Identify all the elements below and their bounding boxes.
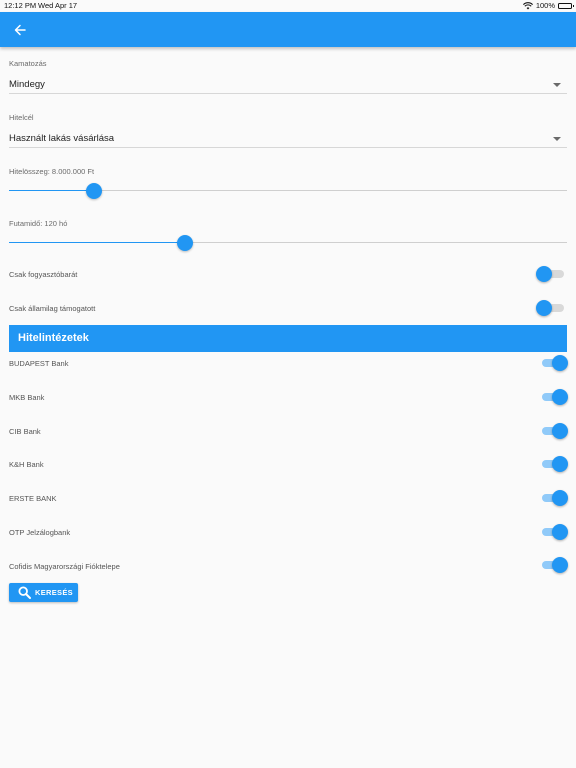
purpose-label: Hitelcél (9, 113, 34, 122)
bank-toggle-otp[interactable] (540, 524, 568, 540)
toggle-knob (552, 557, 568, 573)
status-bar: 12:12 PM Wed Apr 17 100% (0, 0, 576, 12)
interest-select[interactable]: Mindegy (9, 76, 567, 94)
bank-toggle-cofidis[interactable] (540, 557, 568, 573)
dropdown-arrow-icon (553, 83, 561, 87)
bank-label-cofidis: Cofidis Magyarországi Fióktelepe (9, 562, 120, 571)
bank-toggle-kh[interactable] (540, 456, 568, 472)
consumer-friendly-toggle[interactable] (536, 266, 566, 282)
bank-label-otp: OTP Jelzálogbank (9, 528, 71, 537)
interest-value: Mindegy (9, 79, 45, 90)
bank-toggle-budapest[interactable] (540, 355, 568, 371)
dropdown-arrow-icon (553, 137, 561, 141)
slider-thumb[interactable] (86, 183, 103, 199)
slider-active-track (9, 242, 185, 243)
term-label: Futamidő: 120 hó (9, 219, 68, 228)
search-icon (17, 586, 31, 600)
purpose-value: Használt lakás vásárlása (9, 133, 115, 144)
bank-toggle-mkb[interactable] (540, 389, 568, 405)
slider-thumb[interactable] (176, 235, 193, 251)
state-supported-toggle[interactable] (536, 300, 566, 316)
arrow-left-icon (14, 24, 26, 36)
slider-active-track (9, 190, 95, 191)
bank-label-budapest: BUDAPEST Bank (9, 359, 69, 368)
state-supported-label: Csak államilag támogatott (9, 304, 96, 313)
term-slider[interactable] (9, 235, 567, 251)
toggle-knob (536, 266, 552, 282)
bank-label-mkb: MKB Bank (9, 393, 45, 402)
institutions-header: Hitelintézetek (9, 325, 567, 352)
toggle-knob (536, 300, 552, 316)
toggle-knob (552, 355, 568, 371)
toggle-knob (552, 524, 568, 540)
toggle-knob (552, 456, 568, 472)
bank-label-erste: ERSTE BANK (9, 494, 57, 503)
interest-label: Kamatozás (9, 59, 47, 68)
amount-slider[interactable] (9, 183, 567, 199)
status-time: 12:12 PM (4, 1, 37, 10)
app-bar (0, 12, 576, 47)
battery-percent: 100% (535, 1, 555, 10)
status-date: Wed Apr 17 (38, 1, 78, 10)
bank-toggle-cib[interactable] (540, 423, 568, 439)
status-right: 100% (522, 1, 574, 10)
search-button[interactable]: KERESÉS (9, 583, 78, 602)
toggle-knob (552, 423, 568, 439)
wifi-icon (522, 1, 533, 9)
amount-label: Hitelösszeg: 8.000.000 Ft (9, 167, 95, 176)
toggle-knob (552, 389, 568, 405)
bank-label-kh: K&H Bank (9, 460, 44, 469)
bank-label-cib: CIB Bank (9, 427, 41, 436)
toggle-knob (552, 490, 568, 506)
back-button[interactable] (10, 20, 30, 40)
consumer-friendly-label: Csak fogyasztóbarát (9, 270, 78, 279)
purpose-select[interactable]: Használt lakás vásárlása (9, 130, 567, 148)
battery-icon (558, 2, 574, 9)
bank-toggle-erste[interactable] (540, 490, 568, 506)
search-button-label: KERESÉS (35, 588, 73, 597)
